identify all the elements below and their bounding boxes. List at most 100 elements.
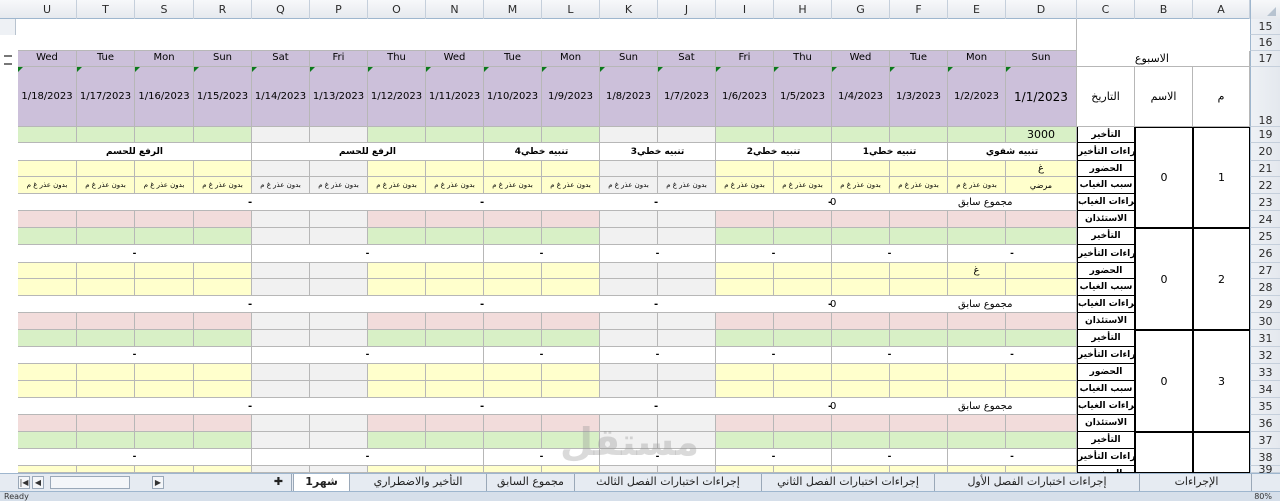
- late-cell[interactable]: [832, 330, 890, 347]
- permission-cell[interactable]: [77, 313, 135, 330]
- attendance-cell[interactable]: [426, 263, 484, 279]
- late-cell[interactable]: [368, 127, 426, 143]
- row-header-16[interactable]: 16: [1250, 35, 1280, 51]
- absence-reason-cell[interactable]: بدون عذر غ م: [368, 177, 426, 194]
- late-cell[interactable]: [252, 330, 310, 347]
- attendance-cell[interactable]: [426, 466, 484, 473]
- late-cell[interactable]: [542, 330, 600, 347]
- sheet-tab-3[interactable]: إجراءات اختبارات الفصل الثالث: [575, 474, 762, 491]
- late-action-cell[interactable]: -: [484, 245, 600, 263]
- student-name[interactable]: [1135, 432, 1193, 473]
- attendance-cell[interactable]: [890, 466, 948, 473]
- absence-reason-cell[interactable]: [368, 381, 426, 398]
- attendance-cell[interactable]: [774, 364, 832, 381]
- late-cell[interactable]: [658, 228, 716, 245]
- late-cell[interactable]: [484, 228, 542, 245]
- late-cell[interactable]: [600, 127, 658, 143]
- absence-reason-cell[interactable]: [948, 279, 1006, 296]
- late-cell[interactable]: [426, 432, 484, 449]
- permission-cell[interactable]: [774, 211, 832, 228]
- late-cell[interactable]: [135, 330, 194, 347]
- permission-cell[interactable]: [135, 415, 194, 432]
- column-header-F[interactable]: F: [890, 0, 948, 19]
- late-cell[interactable]: [18, 127, 77, 143]
- column-header-I[interactable]: I: [716, 0, 774, 19]
- attendance-cell[interactable]: [948, 364, 1006, 381]
- sheet-tab-1[interactable]: إجراءات اختبارات الفصل الأول: [935, 474, 1140, 491]
- first-sheet-icon[interactable]: |◀: [18, 476, 30, 489]
- absence-reason-cell[interactable]: [194, 279, 252, 296]
- permission-cell[interactable]: [426, 313, 484, 330]
- late-cell[interactable]: [252, 432, 310, 449]
- row-header-30[interactable]: 30: [1250, 313, 1280, 330]
- late-cell[interactable]: [774, 228, 832, 245]
- late-action-cell[interactable]: -: [18, 449, 252, 466]
- row-header-22[interactable]: 22: [1250, 177, 1280, 194]
- absence-reason-cell[interactable]: بدون عذر غ م: [716, 177, 774, 194]
- late-cell[interactable]: [368, 228, 426, 245]
- permission-cell[interactable]: [368, 313, 426, 330]
- absence-reason-cell[interactable]: [1006, 381, 1077, 398]
- permission-cell[interactable]: [77, 211, 135, 228]
- absence-reason-cell[interactable]: [890, 381, 948, 398]
- late-cell[interactable]: [832, 228, 890, 245]
- absence-reason-cell[interactable]: [1006, 279, 1077, 296]
- attendance-cell[interactable]: [542, 263, 600, 279]
- column-header-K[interactable]: K: [600, 0, 658, 19]
- absence-reason-cell[interactable]: [600, 279, 658, 296]
- attendance-cell[interactable]: [948, 161, 1006, 177]
- attendance-cell[interactable]: [310, 263, 368, 279]
- late-action-cell[interactable]: -: [948, 449, 1077, 466]
- permission-cell[interactable]: [194, 415, 252, 432]
- attendance-cell[interactable]: [1006, 263, 1077, 279]
- late-cell[interactable]: [194, 432, 252, 449]
- column-header-L[interactable]: L: [542, 0, 600, 19]
- late-cell[interactable]: [774, 432, 832, 449]
- late-cell[interactable]: [658, 330, 716, 347]
- sheet-tab-0[interactable]: الإجراءات: [1142, 474, 1252, 491]
- absence-reason-cell[interactable]: [18, 381, 77, 398]
- attendance-cell[interactable]: [658, 364, 716, 381]
- absence-reason-cell[interactable]: [252, 381, 310, 398]
- late-cell[interactable]: [310, 228, 368, 245]
- absence-reason-cell[interactable]: بدون عذر غ م: [600, 177, 658, 194]
- row-header-15[interactable]: 15: [1250, 19, 1280, 35]
- permission-cell[interactable]: [252, 415, 310, 432]
- late-cell[interactable]: [484, 432, 542, 449]
- late-cell[interactable]: [310, 432, 368, 449]
- permission-cell[interactable]: [368, 415, 426, 432]
- late-cell[interactable]: [77, 432, 135, 449]
- select-all-corner[interactable]: [1250, 0, 1280, 19]
- absence-reason-cell[interactable]: [426, 381, 484, 398]
- attendance-cell[interactable]: [890, 263, 948, 279]
- attendance-cell[interactable]: [194, 364, 252, 381]
- attendance-cell[interactable]: [832, 263, 890, 279]
- late-cell[interactable]: [135, 432, 194, 449]
- attendance-cell[interactable]: [890, 161, 948, 177]
- attendance-cell[interactable]: [774, 466, 832, 473]
- row-header-29[interactable]: 29: [1250, 296, 1280, 313]
- attendance-cell[interactable]: [368, 466, 426, 473]
- absence-reason-cell[interactable]: [890, 279, 948, 296]
- late-action-cell[interactable]: -: [716, 245, 832, 263]
- late-action-cell[interactable]: -: [600, 347, 716, 364]
- permission-cell[interactable]: [716, 211, 774, 228]
- permission-cell[interactable]: [1006, 313, 1077, 330]
- absence-reason-cell[interactable]: [310, 381, 368, 398]
- late-cell[interactable]: [194, 127, 252, 143]
- absence-reason-cell[interactable]: [542, 381, 600, 398]
- late-cell[interactable]: [18, 228, 77, 245]
- late-action-cell[interactable]: تنبيه خطي1: [832, 143, 948, 161]
- column-header-B[interactable]: B: [1135, 0, 1193, 19]
- late-cell[interactable]: [948, 228, 1006, 245]
- column-header-U[interactable]: U: [18, 0, 77, 19]
- absence-reason-cell[interactable]: [310, 279, 368, 296]
- column-header-A[interactable]: A: [1193, 0, 1250, 19]
- row-header-24[interactable]: 24: [1250, 211, 1280, 228]
- attendance-cell[interactable]: غ: [1006, 161, 1077, 177]
- late-action-cell[interactable]: تنبيه خطي3: [600, 143, 716, 161]
- permission-cell[interactable]: [426, 211, 484, 228]
- permission-cell[interactable]: [18, 211, 77, 228]
- attendance-cell[interactable]: [658, 466, 716, 473]
- late-cell[interactable]: [890, 228, 948, 245]
